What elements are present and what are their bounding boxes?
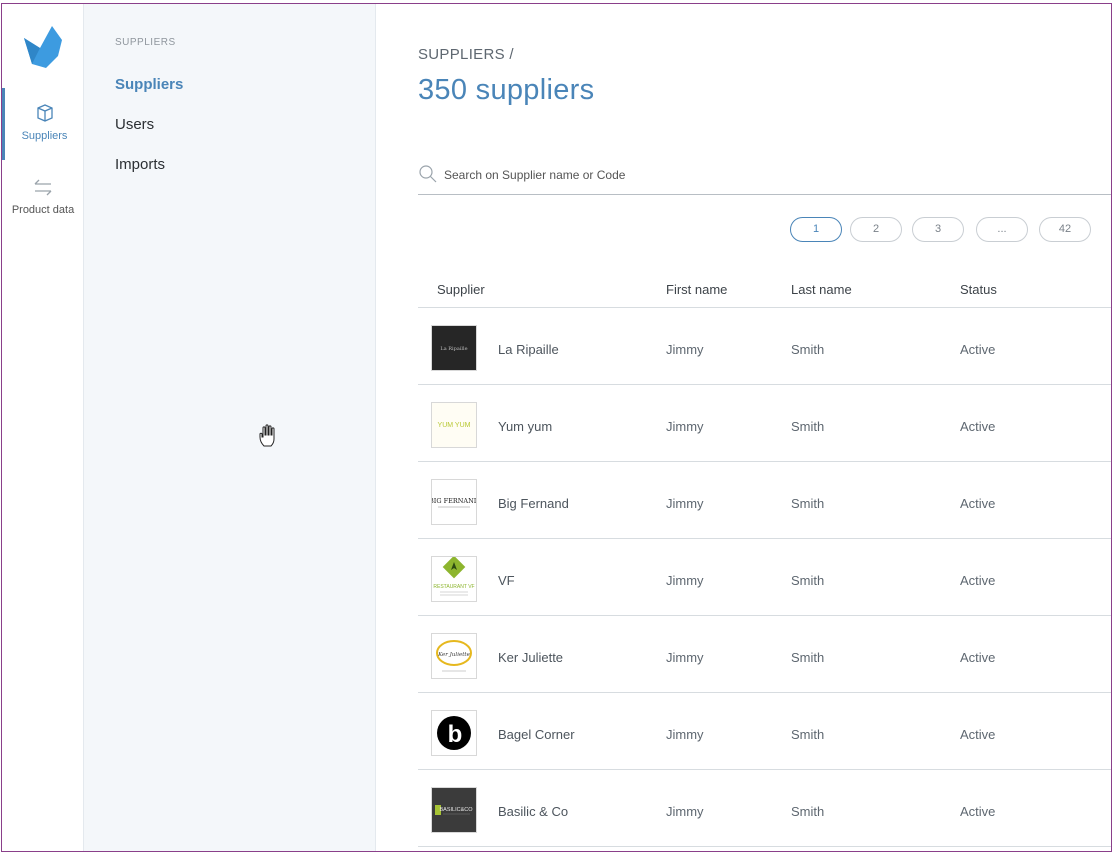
supplier-logo: La Ripaille [431,325,477,371]
box-icon [36,104,53,122]
svg-text:BIG FERNAND: BIG FERNAND [432,497,476,505]
supplier-name: VF [498,573,515,588]
last-name: Smith [791,727,825,742]
first-name: Jimmy [666,496,704,511]
page-title: 350 suppliers [418,74,595,106]
table-header: Supplier First name Last name Status [418,268,1111,308]
table-row[interactable]: BASILIC&CO Basilic & Co Jimmy Smith Acti… [418,770,1111,847]
search-input[interactable] [444,163,1084,187]
supplier-name: Bagel Corner [498,727,575,742]
supplier-logo: BASILIC&CO [431,787,477,833]
suppliers-table: Supplier First name Last name Status La … [418,268,1111,847]
last-name: Smith [791,650,825,665]
svg-text:b: b [448,721,463,748]
table-row[interactable]: BIG FERNAND Big Fernand Jimmy Smith Acti… [418,462,1111,539]
rail-item-product-data[interactable]: Product data [2,176,84,226]
svg-text:BASILIC&CO: BASILIC&CO [439,807,473,813]
sub-navigation: SUPPLIERS Suppliers Users Imports [84,4,376,851]
table-row[interactable]: Ker Juliette Ker Juliette Jimmy Smith Ac… [418,616,1111,693]
search-bar [418,159,1111,195]
svg-text:Ker Juliette: Ker Juliette [437,652,471,658]
column-header-status[interactable]: Status [960,282,997,297]
table-row[interactable]: YUM YUM Yum yum Jimmy Smith Active [418,385,1111,462]
subnav-heading: SUPPLIERS [115,37,176,48]
status: Active [960,650,996,665]
last-name: Smith [791,342,825,357]
svg-text:YUM YUM: YUM YUM [438,422,471,429]
rail-item-label: Product data [11,204,75,216]
first-name: Jimmy [666,342,704,357]
page-button-ellipsis[interactable]: ... [976,217,1028,242]
supplier-logo: b [431,710,477,756]
app-window: Suppliers Product data SUPPLIERS Supplie… [1,3,1112,852]
first-name: Jimmy [666,727,704,742]
column-header-supplier[interactable]: Supplier [437,282,485,297]
page-button-2[interactable]: 2 [850,217,902,242]
supplier-logo: RESTAURANT VF [431,556,477,602]
arrows-exchange-icon [34,179,52,196]
first-name: Jimmy [666,419,704,434]
column-header-last-name[interactable]: Last name [791,282,852,297]
last-name: Smith [791,419,825,434]
supplier-name: La Ripaille [498,342,559,357]
main-content: SUPPLIERS / 350 suppliers 1 2 3 ... 42 S… [376,4,1111,851]
icon-rail: Suppliers Product data [2,4,84,851]
last-name: Smith [791,573,825,588]
first-name: Jimmy [666,804,704,819]
status: Active [960,342,996,357]
subnav-item-users[interactable]: Users [115,116,154,133]
supplier-name: Yum yum [498,419,553,434]
supplier-logo: Ker Juliette [431,633,477,679]
page-button-3[interactable]: 3 [912,217,964,242]
subnav-item-imports[interactable]: Imports [115,156,165,173]
supplier-name: Ker Juliette [498,650,564,665]
svg-text:RESTAURANT VF: RESTAURANT VF [433,584,474,590]
status: Active [960,573,996,588]
supplier-name: Big Fernand [498,496,569,511]
search-icon [419,165,437,183]
supplier-logo: YUM YUM [431,402,477,448]
supplier-logo: BIG FERNAND [431,479,477,525]
table-row[interactable]: RESTAURANT VF VF Jimmy Smith Active [418,539,1111,616]
rail-item-label: Suppliers [21,130,68,142]
svg-text:La Ripaille: La Ripaille [440,346,467,352]
column-header-first-name[interactable]: First name [666,282,727,297]
rail-item-suppliers[interactable]: Suppliers [2,88,84,160]
status: Active [960,804,996,819]
table-row[interactable]: b Bagel Corner Jimmy Smith Active [418,693,1111,770]
app-logo-icon[interactable] [22,26,64,68]
breadcrumb[interactable]: SUPPLIERS / [418,46,514,63]
status: Active [960,727,996,742]
last-name: Smith [791,804,825,819]
last-name: Smith [791,496,825,511]
subnav-item-suppliers[interactable]: Suppliers [115,76,183,93]
supplier-name: Basilic & Co [498,804,569,819]
first-name: Jimmy [666,573,704,588]
status: Active [960,419,996,434]
table-row[interactable]: La Ripaille La Ripaille Jimmy Smith Acti… [418,308,1111,385]
page-button-1[interactable]: 1 [790,217,842,242]
first-name: Jimmy [666,650,704,665]
status: Active [960,496,996,511]
hand-cursor-icon [259,424,275,447]
page-button-last[interactable]: 42 [1039,217,1091,242]
